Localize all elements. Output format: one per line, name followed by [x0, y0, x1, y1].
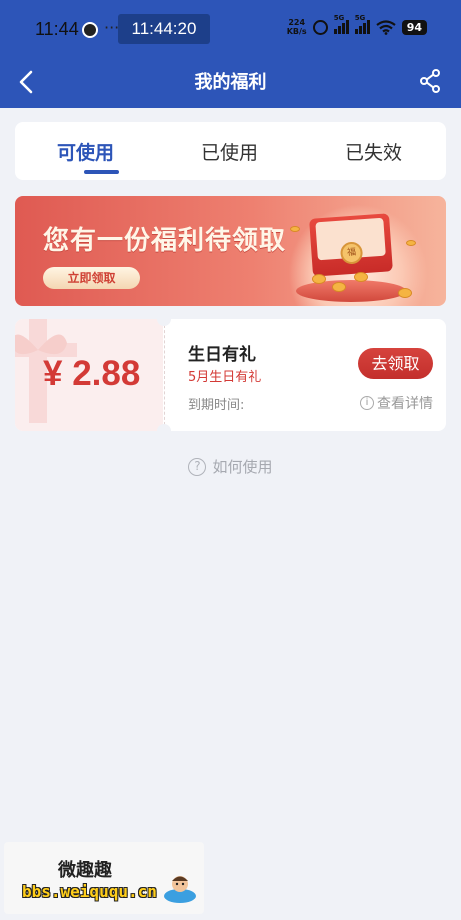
coupon-name: 生日有礼 — [188, 345, 256, 365]
claim-button[interactable]: 去领取 — [358, 348, 433, 379]
question-icon: ? — [188, 457, 207, 476]
signal-icon-2: 5G — [354, 14, 370, 34]
nav-bar: 我的福利 — [0, 58, 461, 108]
network-speed: 224 KB/s — [287, 18, 307, 36]
network-speed-unit: KB/s — [286, 27, 307, 36]
promo-banner[interactable]: 福 您有一份福利待领取 立即领取 — [15, 196, 446, 306]
battery-indicator: 94 — [401, 19, 427, 35]
how-to-use-link[interactable]: ? 如何使用 — [0, 456, 461, 477]
coupon-card: ¥ 2.88 生日有礼 5月生日有礼 到期时间: 去领取 i 查看详情 — [15, 319, 446, 431]
coin-icon — [332, 282, 346, 292]
mascot-icon — [164, 876, 196, 903]
coupon-notch — [157, 424, 171, 431]
coupon-divider — [164, 325, 165, 425]
signal-1-label: 5G — [333, 14, 345, 22]
coin-icon — [312, 274, 326, 284]
how-to-use-label: 如何使用 — [212, 458, 273, 476]
status-time: 11:44 — [35, 19, 79, 39]
coin-icon — [354, 272, 368, 282]
info-icon: i — [360, 396, 374, 410]
status-icons: 224 KB/s 5G 5G 94 — [287, 14, 427, 36]
page-title: 我的福利 — [194, 72, 267, 93]
banner-title: 您有一份福利待领取 — [43, 226, 287, 256]
wifi-icon — [376, 19, 396, 35]
signal-icon-1: 5G — [333, 14, 349, 34]
share-icon[interactable] — [419, 69, 441, 93]
coin-icon — [406, 240, 416, 246]
view-details-link[interactable]: i 查看详情 — [360, 393, 433, 413]
alarm-icon — [312, 19, 328, 35]
red-envelope-icon: 福 — [309, 213, 393, 277]
tab-available[interactable]: 可使用 — [57, 138, 114, 165]
watermark: 微趣趣 bbs.weiququ.cn — [4, 842, 204, 914]
network-speed-value: 224 — [288, 18, 306, 27]
watermark-url: bbs.weiququ.cn — [22, 882, 157, 901]
clock-overlay: 11:44:20 — [118, 14, 210, 44]
coupon-price: ¥ 2.88 — [43, 354, 141, 393]
watermark-title: 微趣趣 — [58, 860, 112, 881]
signal-2-label: 5G — [354, 14, 366, 22]
coupon-value-panel: ¥ 2.88 — [15, 319, 163, 431]
status-bar: 11:44 ··· 11:44:20 224 KB/s 5G 5G 94 — [0, 0, 461, 58]
coupon-subtitle: 5月生日有礼 — [188, 370, 262, 385]
tab-expired[interactable]: 已失效 — [345, 138, 402, 165]
more-notifications-indicator: ··· — [104, 18, 120, 37]
app-notification-icon — [82, 22, 98, 38]
active-tab-indicator — [84, 170, 119, 174]
envelope-seal: 福 — [339, 241, 364, 265]
tab-used[interactable]: 已使用 — [201, 138, 258, 165]
pedestal-decoration — [296, 280, 406, 302]
claim-now-button[interactable]: 立即领取 — [43, 267, 140, 289]
coin-icon — [290, 226, 300, 232]
view-details-label: 查看详情 — [377, 396, 433, 412]
coupon-expiry: 到期时间: — [188, 398, 245, 413]
coin-icon — [398, 288, 412, 298]
tab-bar: 可使用 已使用 已失效 — [15, 122, 446, 180]
